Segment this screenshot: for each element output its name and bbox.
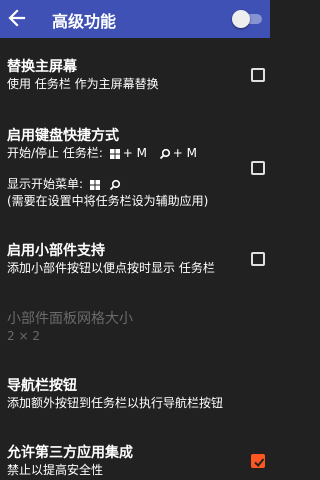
arrow-left-icon[interactable]: [6, 7, 28, 29]
setting-keyboard-shortcut[interactable]: 启用键盘快捷方式 开始/停止 任务栏: + M + M 显示开始菜单: (需要在…: [7, 127, 208, 210]
master-switch[interactable]: [232, 10, 264, 28]
shortcut-key: + M: [172, 146, 198, 160]
setting-third-party[interactable]: 允许第三方应用集成 禁止以提高安全性: [7, 444, 133, 479]
setting-title: 启用键盘快捷方式: [7, 128, 119, 144]
search-key-icon: [109, 179, 120, 190]
shortcut-line-3: (需要在设置中将任务栏设为辅助应用): [7, 194, 209, 208]
widgets-checkbox[interactable]: [251, 252, 265, 266]
shortcut-key: + M: [122, 146, 147, 160]
setting-title: 小部件面板网格大小: [7, 311, 133, 327]
app-bar: 高级功能: [0, 0, 270, 38]
windows-key-icon: [109, 148, 120, 159]
replace-home-checkbox[interactable]: [251, 68, 265, 82]
setting-summary: 使用 任务栏 作为主屏幕替换: [7, 77, 159, 91]
setting-nav-buttons[interactable]: 导航栏按钮 添加额外按钮到任务栏以执行导航栏按钮: [7, 377, 223, 412]
setting-title: 允许第三方应用集成: [7, 445, 133, 461]
setting-widget-grid-size: 小部件面板网格大小 2 × 2: [7, 310, 133, 345]
setting-title: 导航栏按钮: [7, 378, 77, 394]
setting-summary: 添加小部件按钮以便点按时显示 任务栏: [7, 261, 215, 275]
third-party-checkbox[interactable]: [251, 454, 265, 468]
setting-summary: 添加额外按钮到任务栏以执行导航栏按钮: [7, 396, 224, 410]
shortcut-line-1: 开始/停止 任务栏: + M + M: [7, 145, 208, 162]
setting-title: 启用小部件支持: [7, 243, 105, 259]
setting-replace-home[interactable]: 替换主屏幕 使用 任务栏 作为主屏幕替换: [7, 58, 159, 93]
shortcut-prefix: 显示开始菜单:: [7, 177, 84, 191]
setting-summary: 禁止以提高安全性: [7, 463, 104, 477]
shortcut-line-2: 显示开始菜单:: [7, 176, 208, 193]
search-key-icon: [159, 148, 170, 159]
setting-widgets[interactable]: 启用小部件支持 添加小部件按钮以便点按时显示 任务栏: [7, 242, 215, 277]
keyboard-shortcut-checkbox[interactable]: [251, 161, 265, 175]
windows-key-icon: [89, 179, 100, 190]
checkmark-icon: [254, 458, 265, 467]
page-title: 高级功能: [52, 12, 117, 31]
setting-title: 替换主屏幕: [7, 59, 77, 75]
switch-thumb: [232, 10, 250, 28]
shortcut-prefix: 开始/停止 任务栏:: [7, 146, 103, 160]
setting-summary: 2 × 2: [7, 329, 40, 343]
